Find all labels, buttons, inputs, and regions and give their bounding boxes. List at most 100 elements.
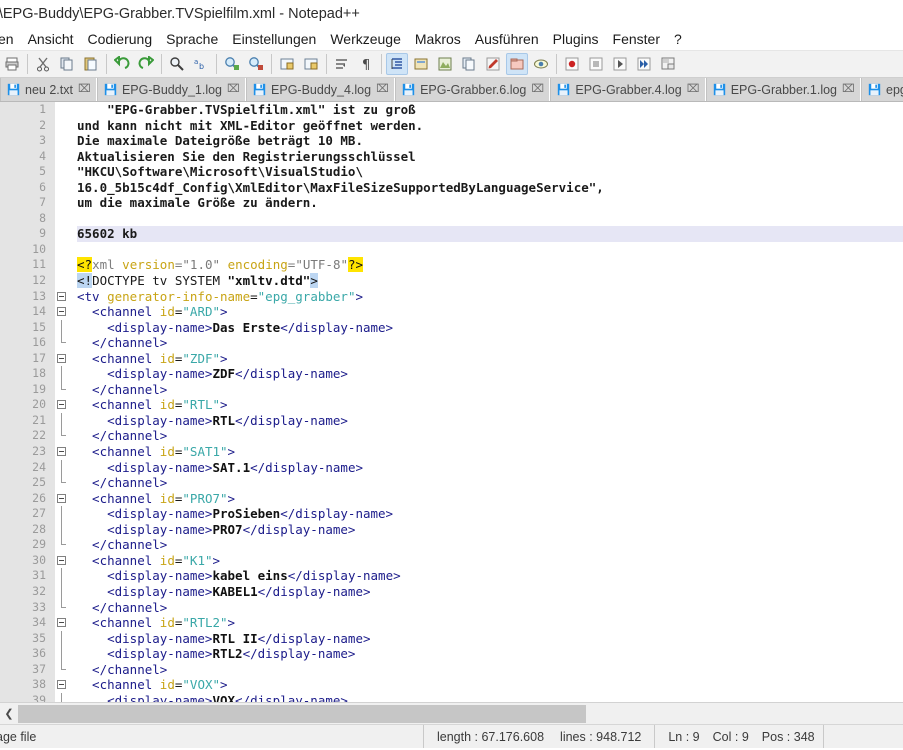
- sync-vertical-scroll-icon[interactable]: [276, 53, 298, 75]
- tab-close-icon[interactable]: ⌧: [842, 84, 855, 95]
- menu-item--[interactable]: ?: [667, 30, 689, 49]
- editor-area[interactable]: 1 2 3 4 5 6 7 8 9 10 11 12 13 14 15 16 17 18 19 20 21 22 23 24 2…: [0, 102, 903, 702]
- tab-close-icon[interactable]: ⌧: [687, 84, 700, 95]
- code-line[interactable]: </channel>: [77, 600, 903, 616]
- code-line[interactable]: <display-name>KABEL1</display-name>: [77, 584, 903, 600]
- menu-item-en[interactable]: en: [0, 30, 21, 49]
- fold-row[interactable]: [55, 273, 71, 289]
- code-line[interactable]: [77, 242, 903, 258]
- zoom-in-icon[interactable]: [221, 53, 243, 75]
- fold-row[interactable]: [55, 304, 71, 320]
- code-line[interactable]: <channel id="SAT1">: [77, 444, 903, 460]
- fold-row[interactable]: [55, 102, 71, 118]
- tab-close-icon[interactable]: ⌧: [227, 84, 240, 95]
- tab-epg-buddy-4-log[interactable]: EPG-Buddy_4.log ⌧: [246, 78, 396, 101]
- code-line[interactable]: <display-name>PRO7</display-name>: [77, 522, 903, 538]
- fold-row[interactable]: [55, 630, 71, 647]
- code-line[interactable]: <channel id="K1">: [77, 553, 903, 569]
- menu-item-werkzeuge[interactable]: Werkzeuge: [323, 30, 408, 49]
- fold-row[interactable]: [55, 195, 71, 211]
- fold-row[interactable]: [55, 553, 71, 569]
- code-line[interactable]: <channel id="VOX">: [77, 677, 903, 693]
- code-line[interactable]: "HKCU\Software\Microsoft\VisualStudio\: [77, 164, 903, 180]
- fold-collapse-icon[interactable]: [57, 493, 66, 503]
- code-line[interactable]: und kann nicht mit XML-Editor geöffnet w…: [77, 118, 903, 134]
- code-line[interactable]: um die maximale Größe zu ändern.: [77, 195, 903, 211]
- fold-row[interactable]: [55, 257, 71, 273]
- fold-row[interactable]: [55, 211, 71, 227]
- code-line[interactable]: Aktualisieren Sie den Registrierungsschl…: [77, 149, 903, 165]
- menu-item-einstellungen[interactable]: Einstellungen: [225, 30, 323, 49]
- fold-row[interactable]: [55, 118, 71, 134]
- replace-icon[interactable]: ab: [190, 53, 212, 75]
- fold-row[interactable]: [55, 289, 71, 305]
- cut-icon[interactable]: [32, 53, 54, 75]
- fold-row[interactable]: [55, 444, 71, 460]
- copy-icon[interactable]: [56, 53, 78, 75]
- tab-epg-buddy-1-log[interactable]: EPG-Buddy_1.log ⌧: [96, 78, 247, 101]
- fold-row[interactable]: [55, 599, 71, 616]
- code-line[interactable]: <!DOCTYPE tv SYSTEM "xmltv.dtd">: [77, 273, 903, 289]
- fold-row[interactable]: [55, 381, 71, 398]
- code-line[interactable]: <display-name>RTL</display-name>: [77, 413, 903, 429]
- show-all-characters-icon[interactable]: ¶: [355, 53, 377, 75]
- print-icon[interactable]: [1, 53, 23, 75]
- code-line[interactable]: <display-name>ProSieben</display-name>: [77, 506, 903, 522]
- tab-close-icon[interactable]: ⌧: [78, 84, 91, 95]
- menu-item-plugins[interactable]: Plugins: [546, 30, 606, 49]
- code-content[interactable]: "EPG-Grabber.TVSpielfilm.xml" ist zu gro…: [71, 102, 903, 702]
- fold-row[interactable]: [55, 428, 71, 444]
- tab-epg-grabber-6-log[interactable]: EPG-Grabber.6.log ⌧: [395, 78, 551, 101]
- tab-epg-grabber-4-log[interactable]: EPG-Grabber.4.log ⌧: [550, 78, 706, 101]
- fold-row[interactable]: [55, 133, 71, 149]
- fold-row[interactable]: [55, 226, 71, 242]
- fold-collapse-icon[interactable]: [57, 291, 66, 301]
- fold-collapse-icon[interactable]: [57, 618, 66, 628]
- code-line[interactable]: Die maximale Dateigröße beträgt 10 MB.: [77, 133, 903, 149]
- code-line[interactable]: </channel>: [77, 475, 903, 491]
- code-line[interactable]: <tv generator-info-name="epg_grabber">: [77, 289, 903, 305]
- code-line[interactable]: <display-name>VOX</display-name>: [77, 693, 903, 702]
- code-line[interactable]: </channel>: [77, 428, 903, 444]
- fold-row[interactable]: [55, 646, 71, 662]
- code-line[interactable]: <channel id="ZDF">: [77, 351, 903, 367]
- fold-row[interactable]: [55, 351, 71, 367]
- fold-collapse-icon[interactable]: [57, 307, 66, 317]
- menu-item-ansicht[interactable]: Ansicht: [21, 30, 81, 49]
- redo-icon[interactable]: [135, 53, 157, 75]
- code-line[interactable]: <display-name>ZDF</display-name>: [77, 366, 903, 382]
- menu-item-ausf-hren[interactable]: Ausführen: [468, 30, 546, 49]
- fold-row[interactable]: [55, 397, 71, 413]
- word-wrap-icon[interactable]: [331, 53, 353, 75]
- code-line[interactable]: <display-name>RTL2</display-name>: [77, 646, 903, 662]
- menu-item-sprache[interactable]: Sprache: [159, 30, 225, 49]
- code-line[interactable]: <display-name>SAT.1</display-name>: [77, 460, 903, 476]
- code-line[interactable]: <display-name>kabel eins</display-name>: [77, 568, 903, 584]
- code-line[interactable]: 65602 kb: [77, 226, 903, 242]
- hscroll-track[interactable]: [18, 704, 903, 723]
- code-line[interactable]: <channel id="RTL2">: [77, 615, 903, 631]
- fold-row[interactable]: [55, 537, 71, 553]
- run-macro-multiple-icon[interactable]: [633, 53, 655, 75]
- menu-item-makros[interactable]: Makros: [408, 30, 468, 49]
- fold-row[interactable]: [55, 180, 71, 196]
- tab-neu-2-txt[interactable]: neu 2.txt ⌧: [0, 78, 97, 101]
- fold-collapse-icon[interactable]: [57, 400, 66, 410]
- code-line[interactable]: "EPG-Grabber.TVSpielfilm.xml" ist zu gro…: [77, 102, 903, 118]
- code-line[interactable]: </channel>: [77, 335, 903, 351]
- code-line[interactable]: <channel id="RTL">: [77, 397, 903, 413]
- fold-margin[interactable]: [55, 102, 71, 702]
- tab-epg-grabber-1-log[interactable]: EPG-Grabber.1.log ⌧: [705, 78, 862, 101]
- fold-row[interactable]: [55, 242, 71, 258]
- code-line[interactable]: 16.0_5b15c4df_Config\XmlEditor\MaxFileSi…: [77, 180, 903, 196]
- fold-row[interactable]: [55, 459, 71, 476]
- fold-row[interactable]: [55, 615, 71, 631]
- code-line[interactable]: </channel>: [77, 537, 903, 553]
- fold-row[interactable]: [55, 366, 71, 382]
- tab-epg-grabber-a[interactable]: epg grabber a: [861, 78, 903, 101]
- code-line[interactable]: <channel id="PRO7">: [77, 491, 903, 507]
- undo-icon[interactable]: [111, 53, 133, 75]
- save-macro-icon[interactable]: [657, 53, 679, 75]
- fold-row[interactable]: [55, 692, 71, 702]
- code-line[interactable]: </channel>: [77, 382, 903, 398]
